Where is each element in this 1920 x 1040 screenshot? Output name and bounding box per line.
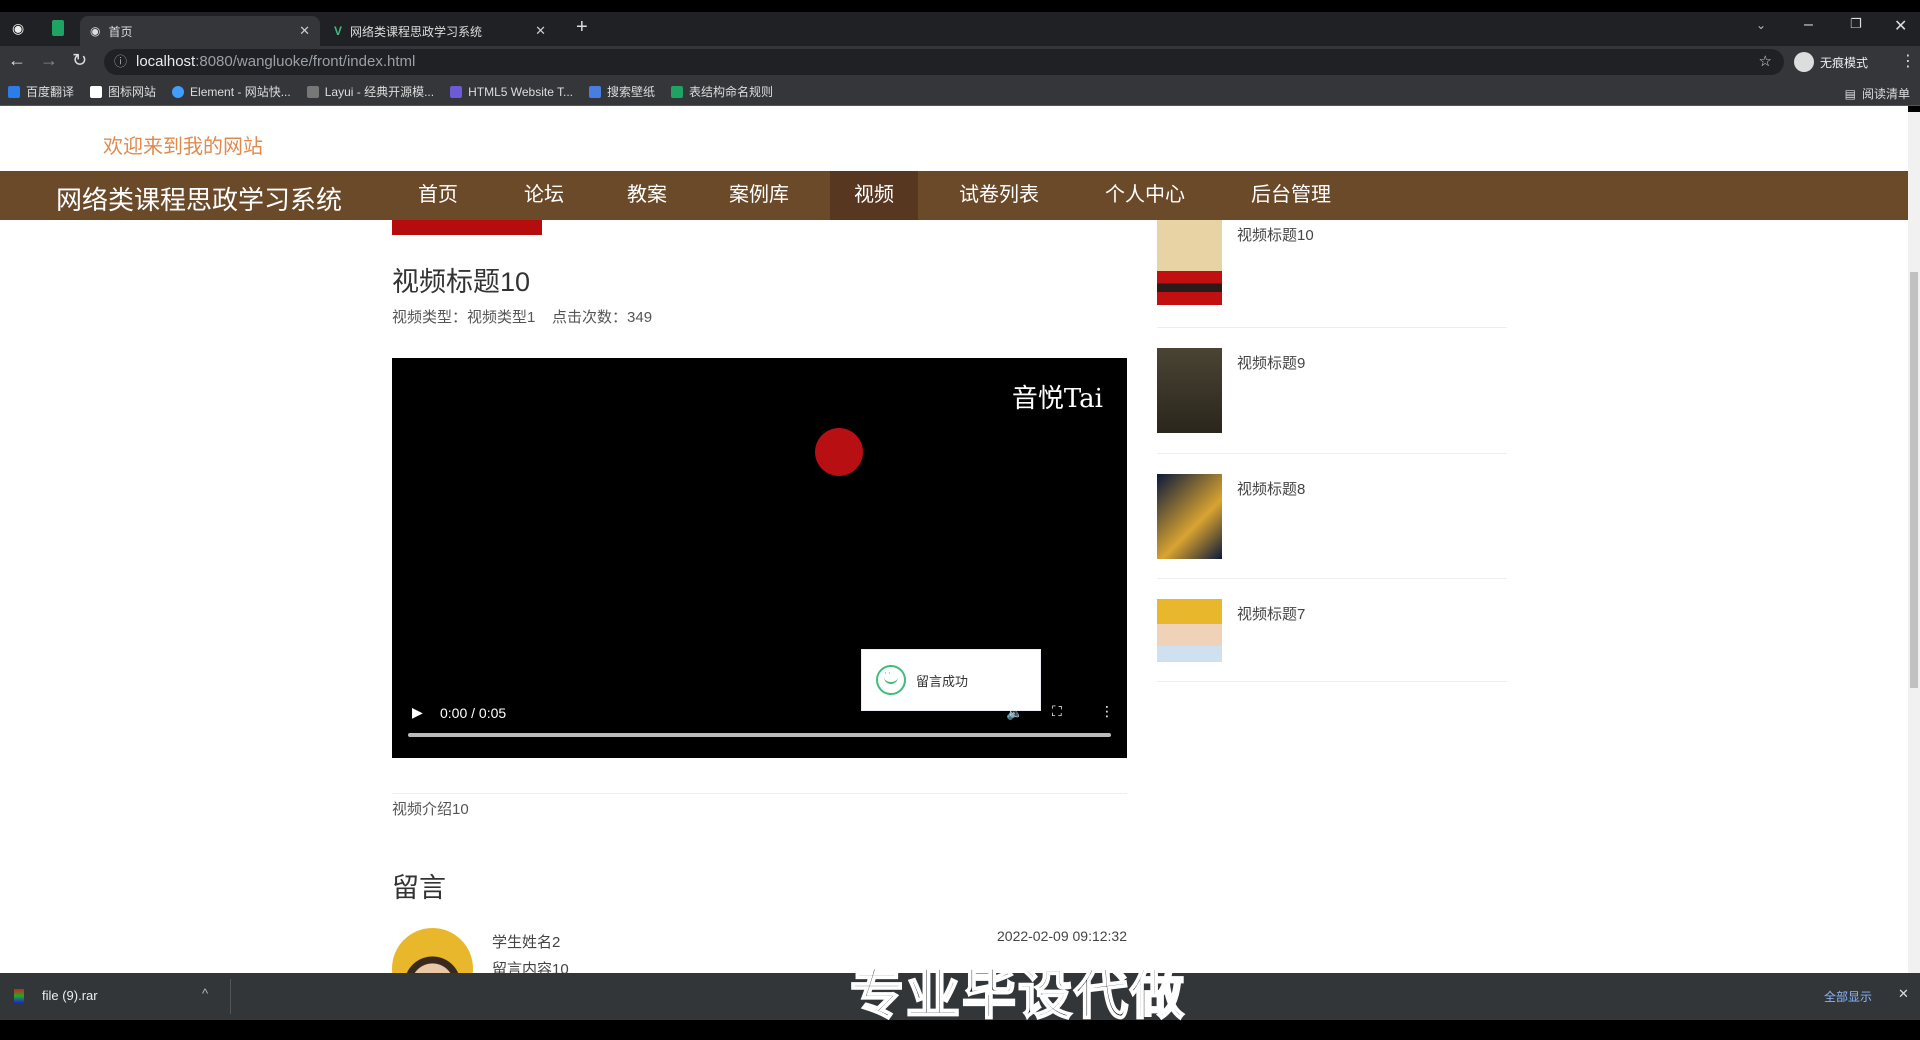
layui-icon <box>306 85 319 98</box>
nav-lesson-plans[interactable]: 教案 <box>603 171 691 220</box>
incognito-button[interactable]: 无痕模式 <box>1794 49 1868 75</box>
related-video[interactable]: 视频标题10 <box>1157 220 1507 330</box>
sheets-icon <box>671 85 684 98</box>
vue-icon: V <box>334 24 343 38</box>
related-video[interactable]: 视频标题8 <box>1157 474 1507 584</box>
show-all-downloads[interactable]: 全部显示 <box>1824 988 1872 1005</box>
close-tab-icon[interactable]: ✕ <box>299 23 310 39</box>
divider <box>1157 578 1507 579</box>
back-icon[interactable]: ← <box>8 50 26 71</box>
video-subtitle-overlay: 专业毕设代做 <box>849 964 1186 1026</box>
video-watermark: 音悦Tai <box>1011 384 1103 414</box>
tab-home[interactable]: ◉ 首页 ✕ <box>80 16 320 46</box>
divider <box>1157 681 1507 682</box>
chevron-up-icon[interactable]: ^ <box>202 986 208 1001</box>
comment-content: 留言内容10 <box>492 961 569 973</box>
play-button[interactable]: ▶ <box>412 704 423 721</box>
video-intro: 视频介绍10 <box>392 801 469 818</box>
reload-icon[interactable]: ↻ <box>72 50 87 71</box>
bookmark[interactable]: 搜索壁纸 <box>589 83 655 100</box>
divider <box>392 793 1127 794</box>
url-input[interactable]: ⓘ localhost:8080/wangluoke/front/index.h… <box>104 49 1784 75</box>
bookmark[interactable]: 图标网站 <box>90 83 156 100</box>
bookmark[interactable]: 百度翻译 <box>8 83 74 100</box>
divider <box>230 979 231 1014</box>
related-video[interactable]: 视频标题9 <box>1157 348 1507 458</box>
menu-icon[interactable]: ⋮ <box>1900 51 1916 71</box>
flag-icon <box>90 85 103 98</box>
download-filename[interactable]: file (9).rar <box>42 988 98 1003</box>
address-bar-row: ← → ↻ ⓘ localhost:8080/wangluoke/front/i… <box>0 46 1920 78</box>
video-progress-bar[interactable] <box>408 733 1111 737</box>
page-content: 欢迎来到我的网站 网络类课程思政学习系统 首页 论坛 教案 案例库 视频 试卷列… <box>0 106 1908 973</box>
related-video-title[interactable]: 视频标题9 <box>1237 352 1305 373</box>
tab-system[interactable]: V 网络类课程思政学习系统 ✕ <box>324 16 556 46</box>
video-thumbnail[interactable] <box>1157 474 1222 559</box>
cursor-highlight <box>815 428 863 476</box>
wallpaper-icon <box>589 85 602 98</box>
video-time: 0:00 / 0:05 <box>440 705 507 721</box>
video-title: 视频标题10 <box>392 267 531 297</box>
bookmark[interactable]: 表结构命名规则 <box>671 83 773 100</box>
incognito-icon <box>1794 52 1814 72</box>
reading-list-icon: ▤ <box>1844 86 1856 101</box>
fullscreen-icon[interactable]: ⛶ <box>1052 703 1062 720</box>
video-meta: 视频类型：视频类型1 点击次数：349 <box>392 309 653 326</box>
globe-icon[interactable]: ◉ <box>12 20 24 37</box>
nav-profile[interactable]: 个人中心 <box>1081 171 1209 220</box>
video-thumbnail[interactable] <box>1157 599 1222 662</box>
html5-icon <box>450 85 463 98</box>
star-icon[interactable]: ☆ <box>1759 49 1772 75</box>
avatar <box>392 928 473 973</box>
main-nav: 网络类课程思政学习系统 首页 论坛 教案 案例库 视频 试卷列表 个人中心 后台… <box>0 171 1908 220</box>
related-video-title[interactable]: 视频标题7 <box>1237 603 1305 624</box>
close-window-button[interactable]: ✕ <box>1894 16 1907 36</box>
site-brand[interactable]: 网络类课程思政学习系统 <box>56 180 342 217</box>
nav-forum[interactable]: 论坛 <box>500 171 588 220</box>
smile-icon: ˙˙ <box>876 665 906 695</box>
forward-icon[interactable]: → <box>40 50 58 71</box>
close-tab-icon[interactable]: ✕ <box>535 23 546 39</box>
welcome-text: 欢迎来到我的网站 <box>103 136 263 158</box>
comments-heading: 留言 <box>392 873 446 903</box>
tab-search-icon[interactable]: ⌄ <box>1756 18 1766 32</box>
comment-author: 学生姓名2 <box>492 934 561 951</box>
sheets-icon[interactable] <box>52 20 64 36</box>
bookmarks-bar: 百度翻译 图标网站 Element - 网站快... Layui - 经典开源模… <box>0 78 1920 106</box>
bookmark[interactable]: Element - 网站快... <box>172 83 291 100</box>
banner-fragment <box>392 220 542 235</box>
tab-bar: ◉ ◉ 首页 ✕ V 网络类课程思政学习系统 ✕ + ⌄ – ❐ ✕ <box>0 12 1920 46</box>
more-options-icon[interactable]: ⋮ <box>1100 703 1114 720</box>
globe-icon: ◉ <box>90 24 101 38</box>
restore-button[interactable]: ❐ <box>1850 16 1862 32</box>
rar-file-icon <box>14 989 24 1003</box>
scrollbar-thumb[interactable] <box>1910 272 1918 688</box>
nav-cases[interactable]: 案例库 <box>705 171 813 220</box>
bookmark-icon <box>8 85 20 98</box>
divider <box>1157 453 1507 454</box>
minimize-button[interactable]: – <box>1804 16 1813 34</box>
reading-list[interactable]: ▤ 阅读清单 <box>1845 85 1910 102</box>
new-tab-button[interactable]: + <box>576 16 588 39</box>
nav-videos[interactable]: 视频 <box>830 171 918 220</box>
toast-message: ˙˙ 留言成功 <box>861 649 1041 711</box>
page-scrollbar[interactable] <box>1908 112 1920 973</box>
element-icon <box>172 85 185 98</box>
bookmark[interactable]: HTML5 Website T... <box>450 85 573 99</box>
nav-exams[interactable]: 试卷列表 <box>935 171 1063 220</box>
related-video-title[interactable]: 视频标题8 <box>1237 478 1305 499</box>
close-download-bar-icon[interactable]: ✕ <box>1898 986 1909 1002</box>
info-icon: ⓘ <box>114 54 128 69</box>
nav-admin[interactable]: 后台管理 <box>1227 171 1355 220</box>
video-thumbnail[interactable] <box>1157 348 1222 433</box>
divider <box>1157 327 1507 328</box>
video-thumbnail[interactable] <box>1157 220 1222 305</box>
nav-home[interactable]: 首页 <box>394 171 482 220</box>
bookmark[interactable]: Layui - 经典开源模... <box>306 83 434 100</box>
related-video-title[interactable]: 视频标题10 <box>1237 224 1314 245</box>
related-video[interactable]: 视频标题7 <box>1157 599 1507 709</box>
comment-date: 2022-02-09 09:12:32 <box>997 928 1127 944</box>
